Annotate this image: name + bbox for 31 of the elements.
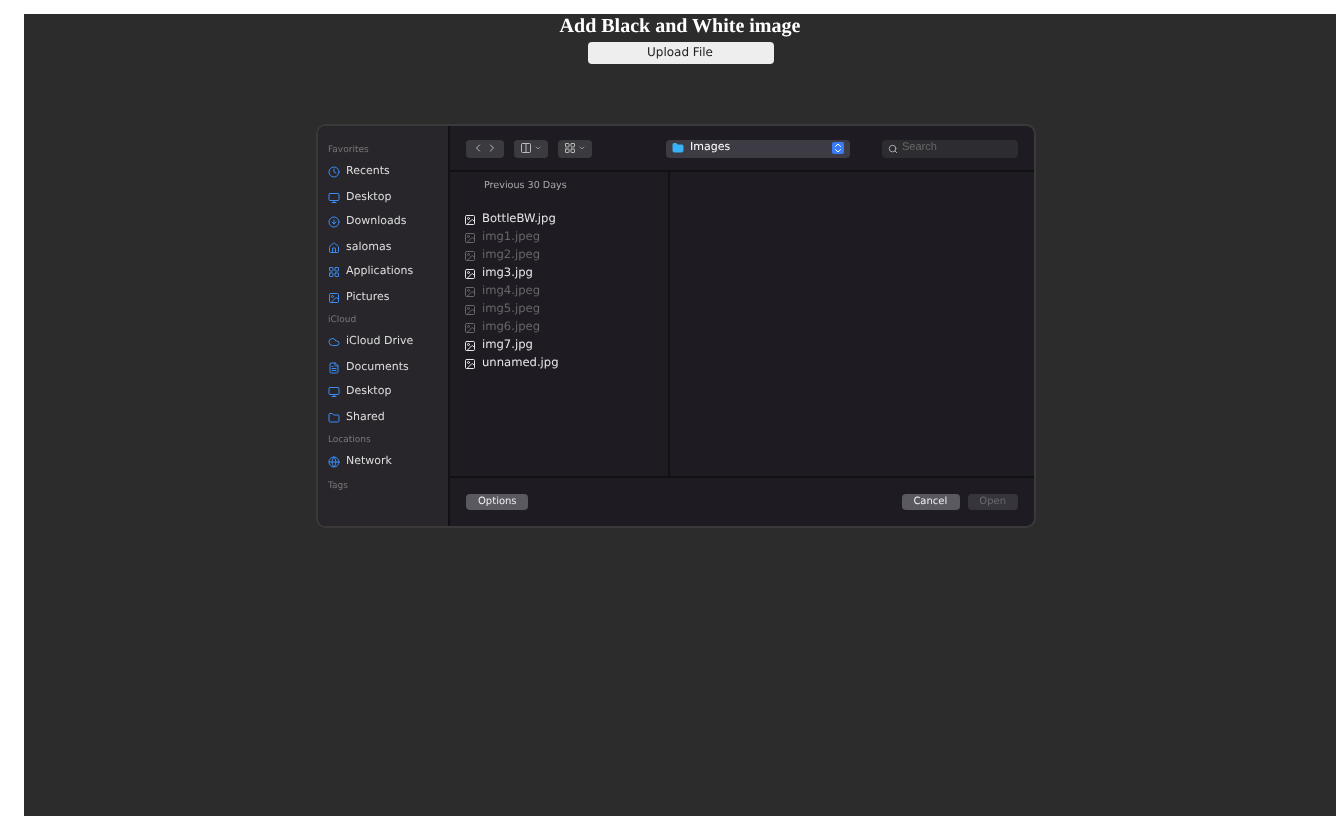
grid-icon: [564, 142, 576, 154]
updown-icon: [832, 142, 844, 154]
document-icon: [328, 361, 340, 374]
image-file-icon: [464, 339, 476, 351]
back-icon[interactable]: [472, 142, 484, 154]
group-control[interactable]: [558, 139, 592, 157]
columns-icon: [520, 142, 532, 154]
picture-icon: [328, 291, 340, 304]
page-title: Add Black and White image: [559, 16, 801, 38]
monitor-icon: [328, 191, 340, 204]
image-file-icon: [464, 267, 476, 279]
apps-icon: [328, 266, 340, 279]
clock-icon: [328, 166, 340, 179]
image-file-icon: [464, 231, 476, 243]
forward-icon[interactable]: [486, 142, 498, 154]
globe-icon: [328, 456, 340, 469]
download-icon: [328, 216, 340, 229]
folder-icon: [328, 411, 340, 424]
image-file-icon: [464, 357, 476, 369]
image-file-icon: [464, 213, 476, 225]
folder-icon: [672, 142, 684, 154]
cloud-icon: [328, 336, 340, 349]
search-icon: [888, 143, 898, 153]
image-file-icon: [464, 321, 476, 333]
image-file-icon: [464, 303, 476, 315]
image-file-icon: [464, 285, 476, 297]
monitor-icon: [328, 386, 340, 399]
back-forward-control[interactable]: [466, 139, 504, 157]
house-icon: [328, 241, 340, 254]
view-control[interactable]: [514, 139, 548, 157]
image-file-icon: [464, 249, 476, 261]
